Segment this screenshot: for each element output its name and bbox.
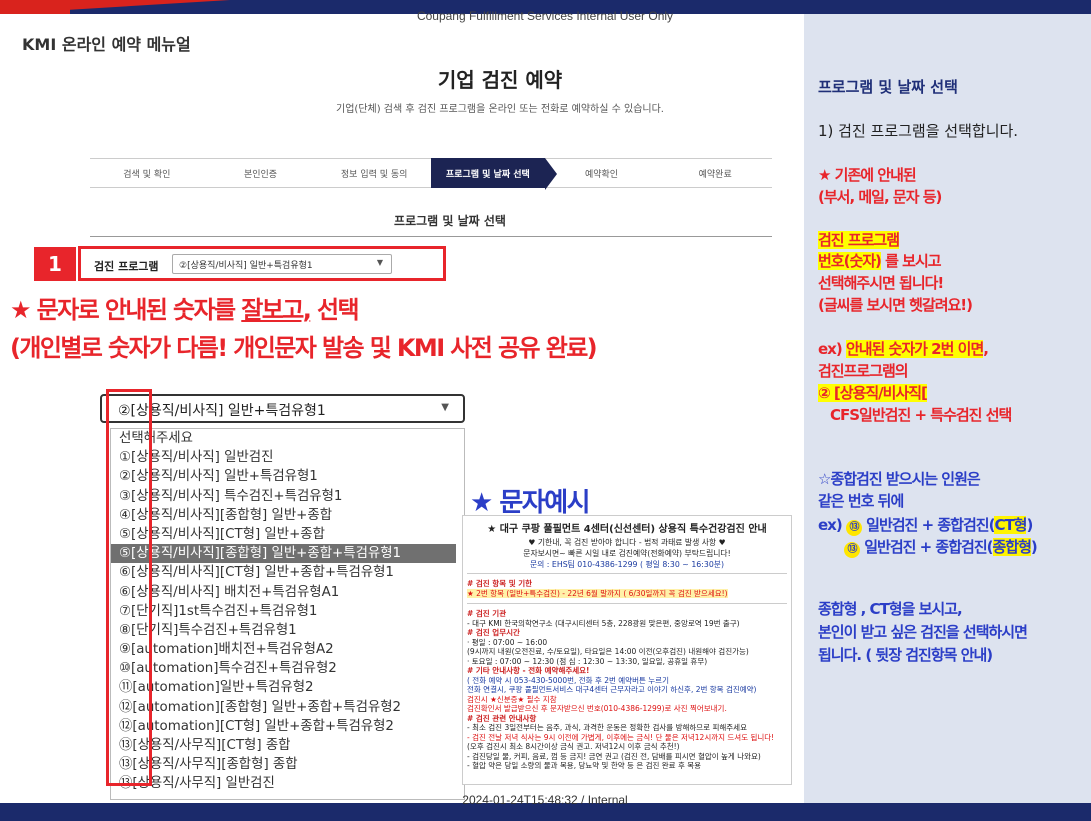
sms-line: ( 전화 예약 시 053-430-5000번, 전화 후 2번 예약버튼 누르… — [467, 675, 669, 685]
panel-note: 선택해주시면 됩니다! — [818, 274, 944, 292]
circle-number-icon: ⑬ — [845, 520, 862, 536]
number-column-highlight — [106, 389, 152, 786]
step-number-badge: 1 — [34, 247, 76, 281]
panel-example: ② [상용직/비사직[ — [818, 384, 928, 402]
chevron-down-icon: ▼ — [441, 402, 449, 413]
section-title: 프로그램 및 날짜 선택 — [394, 214, 506, 228]
panel-note: ★ 기존에 안내된 — [818, 166, 917, 184]
sms-head: ★ 대구 쿠팡 풀필먼트 4센터(신선센터) 상용직 특수건강검진 안내 — [487, 524, 767, 535]
annotation-line-1: ★ 문자로 안내된 숫자를 잘보고, 선택 — [10, 296, 360, 324]
sms-section-title: # 검진 항목 및 기한 — [467, 579, 533, 588]
sms-line: 검진시 ★신분증★ 필수 지참 — [467, 694, 557, 704]
dropdown-option[interactable]: ③[상용직/비사직] 특수검진+특검유형1 — [111, 487, 464, 506]
step-program-date: 프로그램 및 날짜 선택 — [431, 158, 557, 190]
program-dropdown[interactable]: ②[상용직/비사직] 일반+특검유형1 ▼ — [100, 394, 465, 423]
dropdown-option[interactable]: ④[상용직/비사직][종합형] 일반+종합 — [111, 506, 464, 525]
dropdown-option[interactable]: ⑦[단기직]1st특수검진+특검유형1 — [111, 602, 464, 621]
dropdown-option[interactable]: ⑥[상용직/비사직][CT형] 일반+종합+특검유형1 — [111, 563, 464, 582]
panel-blue-note: ☆종합검진 받으시는 인원은 — [818, 470, 981, 488]
panel-example: ex) 안내된 숫자가 2번 이면, — [818, 340, 989, 358]
panel-note: 번호(숫자) 를 보시고 — [818, 252, 942, 270]
watermark-top: Coupang Fulfillment Services Internal Us… — [416, 9, 674, 23]
panel-title: 프로그램 및 날짜 선택 — [818, 78, 958, 96]
dropdown-option[interactable]: ⑫[automation][종합형] 일반+종합+특검유형2 — [111, 698, 464, 717]
dropdown-option[interactable]: ⑬[상용직/사무직][종합형] 종합 — [111, 755, 464, 774]
slide-title: KMI 온라인 예약 메뉴얼 — [22, 35, 191, 54]
dropdown-options: 선택해주세요 ①[상용직/비사직] 일반검진 ②[상용직/비사직] 일반+특검유… — [110, 428, 465, 800]
chevron-down-icon: ▼ — [376, 258, 383, 267]
sms-intro: ♥ 기한내, 꼭 검진 받아야 합니다 - 법적 과태료 발생 사항 ♥ — [528, 538, 726, 547]
panel-blue-note: ex) ⑬ 일반검진 + 종합검진(CT형) — [818, 516, 1033, 536]
panel-blue-note: 종합형 , CT형을 보시고, — [818, 600, 963, 618]
top-banner-accent-block — [0, 0, 70, 14]
dropdown-option[interactable]: ⑧[단기직]특수검진+특검유형1 — [111, 621, 464, 640]
sms-line: (오후 검진시 최소 8시간이상 금식 권고. 저녁12시 이후 금식 추천!) — [467, 742, 680, 751]
sms-line: ★ 2번 항목 (일반+특수검진) - 22년 6월 말까지 ( 6/30일까지… — [467, 588, 728, 598]
sms-line: 전화 연결시, 쿠팡 풀필먼트서비스 대구4센터 근무자라고 이야기 하신후, … — [467, 685, 757, 694]
sms-line: - 검진당일 물, 커피, 음료, 껌 등 금지! 금연 권고 (검진 전, 담… — [467, 751, 761, 761]
sms-line: - 혈압 약은 당일 소량의 물과 복용, 당뇨약 및 한약 등 은 검진 완료… — [467, 761, 702, 770]
dropdown-option[interactable]: ⑬[상용직/사무직] 일반검진 — [111, 774, 464, 793]
sms-line: - 검진 전날 저녁 식사는 9시 이전에 가볍게, 이후에는 금식! 단 물은… — [467, 732, 775, 742]
program-select[interactable]: ②[상용직/비사직] 일반+특검유형1 ▼ — [172, 254, 392, 274]
step-complete: 예약완료 — [658, 158, 773, 188]
sms-example-card: ★ 대구 쿠팡 풀필먼트 4센터(신선센터) 상용직 특수건강검진 안내 ♥ 기… — [462, 515, 792, 785]
dropdown-option[interactable]: ⑩[automation]특수검진+특검유형2 — [111, 659, 464, 678]
dropdown-option[interactable]: ⑫[automation][CT형] 일반+종합+특검유형2 — [111, 717, 464, 736]
dropdown-option[interactable]: 선택해주세요 — [111, 429, 464, 448]
divider — [467, 603, 787, 604]
sms-line: · 평일 : 07:00 ~ 16:00 — [467, 637, 548, 647]
annotation-line-2: (개인별로 숫자가 다름! 개인문자 발송 및 KMI 사전 공유 완료) — [10, 334, 598, 362]
sms-line: - 최소 검진 3일전부터는 음주, 과식, 과격한 운동은 정확한 검사를 방… — [467, 723, 747, 732]
dropdown-option-selected[interactable]: ⑤[상용직/비사직][종합형] 일반+종합+특검유형1 — [111, 544, 456, 564]
sms-line: (9시까지 내원(오전진료, 수/토요일), 타요일은 14:00 이전(오후검… — [467, 647, 749, 656]
dropdown-option[interactable]: ⑨[automation]배치전+특검유형A2 — [111, 640, 464, 659]
dropdown-option[interactable]: ①[상용직/비사직] 일반검진 — [111, 448, 464, 467]
step-confirm: 예약확인 — [544, 158, 659, 188]
page-subheading: 기업(단체) 검색 후 검진 프로그램을 온라인 또는 전화로 예약하실 수 있… — [336, 104, 664, 115]
program-select-value: ②[상용직/비사직] 일반+특검유형1 — [179, 261, 313, 271]
program-label: 검진 프로그램 — [94, 260, 159, 273]
panel-note: 검진 프로그램 — [818, 231, 900, 249]
step-auth: 본인인증 — [203, 158, 318, 188]
progress-stepper: 검색 및 확인 본인인증 정보 입력 및 동의 프로그램 및 날짜 선택 예약확… — [90, 158, 773, 190]
sms-line: · 토요일 : 07:00 ~ 12:30 (점 심 : 12:30 ~ 13:… — [467, 656, 708, 666]
panel-blue-note: ⑬ 일반검진 + 종합검진(종합형) — [844, 536, 1038, 558]
dropdown-option[interactable]: ⑪[automation]일반+특검유형2 — [111, 678, 464, 697]
sms-line: - 대구 KMI 한국의학연구소 (대구시티센터 5층, 228광원 맞은편, … — [467, 618, 740, 628]
sms-section-title: # 기타 안내사항 - 전화 예약해주세요! — [467, 666, 590, 675]
divider — [467, 573, 787, 574]
panel-blue-note: 본인이 받고 싶은 검진을 선택하시면 — [818, 623, 1028, 641]
step-info: 정보 입력 및 동의 — [317, 158, 432, 188]
dropdown-option[interactable]: ⑤[상용직/비사직][CT형] 일반+종합 — [111, 525, 464, 544]
watermark-bottom: 2024-01-24T15:48:32 / Internal — [462, 793, 628, 807]
panel-step: 1) 검진 프로그램을 선택합니다. — [818, 122, 1019, 140]
sms-section-title: # 검진 업무시간 — [467, 628, 520, 637]
dropdown-option[interactable]: ②[상용직/비사직] 일반+특검유형1 — [111, 467, 464, 486]
sms-intro: 문자보시면~ 빠른 시일 내로 검진예약(전화예약) 부탁드립니다! — [523, 549, 731, 558]
circle-number-icon: ⑬ — [844, 542, 860, 558]
section-divider — [90, 236, 772, 237]
panel-blue-note: 됩니다. ( 뒷장 검진항목 안내) — [818, 646, 993, 664]
sms-example-title: ★ 문자예시 — [470, 488, 591, 518]
sms-line: 검진확인서 발급받으신 후 문자받으신 번호(010-4386-1299)로 사… — [467, 704, 727, 713]
dropdown-option[interactable]: ⑥[상용직/비사직] 배치전+특검유형A1 — [111, 583, 464, 602]
sms-contact: 문의 : EHS팀 010-4386-1299 ( 평일 8:30 ~ 16:3… — [529, 560, 725, 569]
panel-example: CFS일반검진 + 특수검진 선택 — [830, 406, 1012, 424]
panel-example: 검진프로그램의 — [818, 362, 909, 380]
panel-note: (부서, 메일, 문자 등) — [818, 188, 942, 206]
page-heading: 기업 검진 예약 — [437, 68, 563, 92]
dropdown-option[interactable]: ⑬[상용직/사무직][CT형] 종합 — [111, 736, 464, 755]
sms-section-title: # 검진 기관 — [467, 609, 507, 618]
panel-note: (글씨를 보시면 헷갈려요!) — [818, 296, 973, 314]
step-search: 검색 및 확인 — [90, 158, 204, 188]
panel-blue-note: 같은 번호 뒤에 — [818, 492, 904, 510]
sms-section-title: # 검진 관련 안내사항 — [467, 713, 537, 723]
